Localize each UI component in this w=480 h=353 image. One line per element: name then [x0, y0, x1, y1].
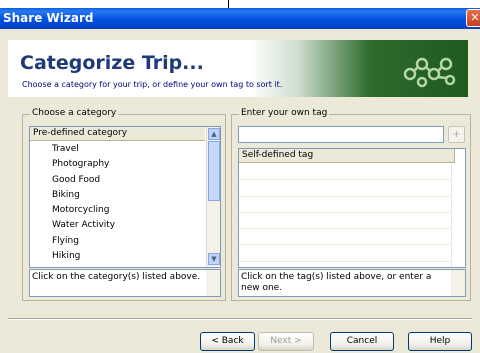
tag-rows	[239, 164, 451, 262]
molecule-chain-icon	[403, 57, 456, 88]
category-item[interactable]: Travel	[30, 142, 206, 157]
cancel-button[interactable]: Cancel	[330, 332, 394, 351]
category-item[interactable]: Biking	[30, 188, 206, 203]
scroll-thumb[interactable]	[208, 141, 220, 201]
category-list-header[interactable]: Pre-defined category	[30, 127, 205, 141]
tag-hint-text: Click on the tag(s) listed above, or ent…	[241, 272, 432, 293]
category-item[interactable]: Hiking	[30, 249, 206, 264]
help-button[interactable]: Help	[408, 332, 472, 351]
category-scrollbar[interactable]: ▲ ▼	[206, 127, 220, 267]
tag-list-header[interactable]: Self-defined tag	[239, 149, 455, 163]
plus-icon: +	[452, 129, 461, 140]
hint-scrollbar	[451, 270, 465, 296]
page-title: Categorize Trip...	[20, 52, 204, 74]
category-hint-text: Click on the category(s) listed above.	[32, 272, 201, 282]
back-button[interactable]: < Back	[200, 332, 255, 351]
close-button[interactable]: ✕	[466, 9, 480, 27]
tag-input[interactable]	[238, 126, 444, 143]
category-item[interactable]: Water Activity	[30, 218, 206, 233]
hint-scrollbar	[206, 270, 220, 296]
category-item[interactable]: Motorcycling	[30, 203, 206, 218]
add-tag-button[interactable]: +	[448, 126, 465, 143]
tag-row[interactable]	[239, 164, 451, 181]
next-button[interactable]: Next >	[258, 332, 314, 351]
category-item[interactable]: Good Food	[30, 173, 206, 188]
tag-row[interactable]	[239, 197, 451, 213]
tag-row[interactable]	[239, 180, 451, 197]
category-group-label: Choose a category	[30, 108, 119, 118]
footer-separator-highlight	[8, 319, 472, 320]
tag-list[interactable]: Self-defined tag	[238, 148, 466, 268]
tag-row[interactable]	[239, 245, 451, 262]
tag-row[interactable]	[239, 213, 451, 230]
close-icon: ✕	[470, 11, 480, 24]
scroll-down-button[interactable]: ▼	[208, 253, 220, 265]
category-list[interactable]: Pre-defined category Travel Photography Go…	[29, 126, 221, 268]
category-hint: Click on the category(s) listed above.	[29, 269, 221, 297]
category-item[interactable]: Photography	[30, 157, 206, 172]
tag-hint: Click on the tag(s) listed above, or ent…	[238, 269, 466, 297]
window-title: Share Wizard	[3, 11, 94, 25]
page-subtitle: Choose a category for your trip, or defi…	[22, 80, 283, 89]
category-items: Travel Photography Good Food Biking Motorcyc…	[30, 142, 206, 264]
scroll-up-button[interactable]: ▲	[208, 128, 220, 140]
title-bar[interactable]: Share Wizard	[0, 8, 480, 29]
tag-row[interactable]	[239, 229, 451, 246]
tag-column-divider	[451, 163, 452, 267]
category-item[interactable]: Flying	[30, 234, 206, 249]
tag-group-label: Enter your own tag	[239, 108, 330, 118]
